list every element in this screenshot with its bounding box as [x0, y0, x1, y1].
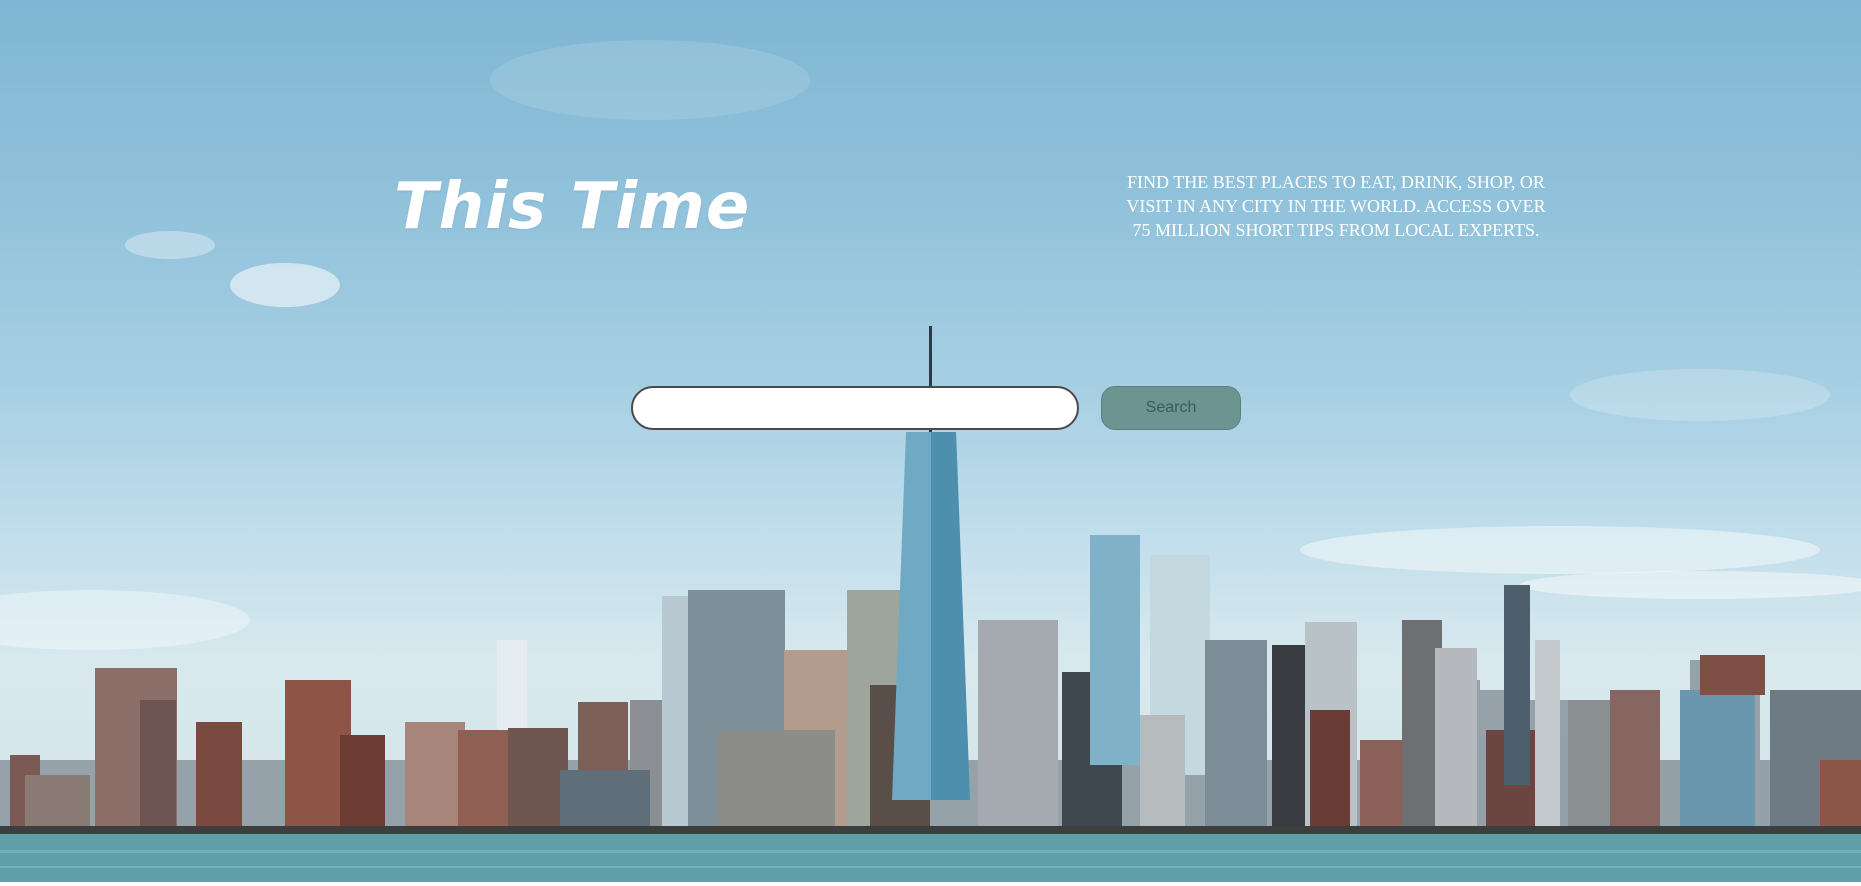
water — [0, 834, 1861, 882]
right-buildings — [1360, 585, 1861, 830]
water-highlight — [0, 866, 1861, 868]
brand-title: This Time — [394, 170, 751, 244]
search-button[interactable]: Search — [1101, 386, 1241, 430]
shoreline — [0, 826, 1861, 834]
water-highlight — [0, 850, 1861, 853]
page-bottom-edge — [0, 882, 1861, 886]
hero-background — [0, 0, 1861, 882]
tagline-text: Find the best places to eat, drink, shop… — [1126, 172, 1546, 240]
search-input[interactable] — [631, 386, 1079, 430]
city-skyline-image — [0, 40, 1861, 882]
